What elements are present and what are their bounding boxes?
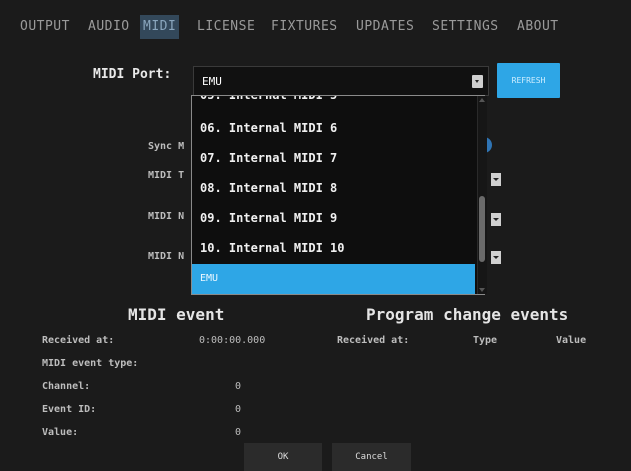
midi-event-type-label: MIDI event type:: [42, 358, 139, 369]
value-label: Value:: [42, 427, 79, 438]
tab-output[interactable]: OUTPUT: [20, 15, 70, 39]
tab-license[interactable]: LICENSE: [197, 15, 255, 39]
received-at-value: 0:00:00.000: [199, 335, 266, 346]
tab-updates[interactable]: UPDATES: [356, 15, 414, 39]
tab-midi[interactable]: MIDI: [140, 15, 180, 39]
dropdown-option[interactable]: 08. Internal MIDI 8: [192, 173, 475, 203]
pc-value-header: Value: [556, 335, 587, 346]
dropdown-option[interactable]: 09. Internal MIDI 9: [192, 203, 475, 233]
midi-t-label: MIDI T: [148, 170, 185, 181]
dropdown-option-selected[interactable]: EMU: [192, 264, 475, 294]
channel-value: 0: [235, 381, 242, 392]
scroll-down-icon[interactable]: [479, 288, 485, 292]
cancel-button[interactable]: Cancel: [332, 443, 411, 471]
tab-bar: OUTPUT AUDIO MIDI LICENSE FIXTURES UPDAT…: [0, 0, 631, 52]
event-id-value: 0: [235, 404, 242, 415]
tab-settings[interactable]: SETTINGS: [432, 15, 499, 39]
value-value: 0: [235, 427, 242, 438]
chevron-down-icon[interactable]: [491, 213, 501, 226]
refresh-button[interactable]: REFRESH: [497, 63, 560, 98]
scroll-up-icon[interactable]: [479, 98, 485, 102]
scrollbar-thumb[interactable]: [479, 196, 485, 262]
midi-event-title: MIDI event: [128, 305, 225, 324]
tab-fixtures[interactable]: FIXTURES: [271, 15, 338, 39]
midi-n-label-1: MIDI N: [148, 211, 185, 222]
midi-port-combobox[interactable]: EMU: [193, 66, 489, 96]
midi-n-label-2: MIDI N: [148, 251, 185, 262]
event-id-label: Event ID:: [42, 404, 97, 415]
dropdown-option[interactable]: 06. Internal MIDI 6: [192, 113, 475, 143]
midi-port-dropdown-list[interactable]: 05. Internal MIDI 5 06. Internal MIDI 6 …: [191, 95, 485, 295]
midi-port-value: EMU: [202, 75, 222, 88]
received-at-label: Received at:: [42, 335, 115, 346]
chevron-down-icon[interactable]: [491, 173, 501, 186]
midi-port-label: MIDI Port:: [93, 67, 172, 82]
pc-type-header: Type: [473, 335, 498, 346]
sync-mode-label: Sync M: [148, 141, 185, 152]
dropdown-option[interactable]: 05. Internal MIDI 5: [192, 96, 475, 110]
chevron-down-icon[interactable]: [472, 75, 483, 88]
channel-label: Channel:: [42, 381, 91, 392]
dropdown-option[interactable]: 10. Internal MIDI 10: [192, 233, 475, 263]
tab-audio[interactable]: AUDIO: [88, 15, 130, 39]
chevron-down-icon[interactable]: [491, 251, 501, 264]
tab-about[interactable]: ABOUT: [517, 15, 559, 39]
dropdown-scrollbar[interactable]: [477, 96, 487, 294]
ok-button[interactable]: OK: [244, 443, 322, 471]
program-change-title: Program change events: [366, 305, 569, 324]
pc-received-at-label: Received at:: [337, 335, 410, 346]
dropdown-option[interactable]: 07. Internal MIDI 7: [192, 143, 475, 173]
